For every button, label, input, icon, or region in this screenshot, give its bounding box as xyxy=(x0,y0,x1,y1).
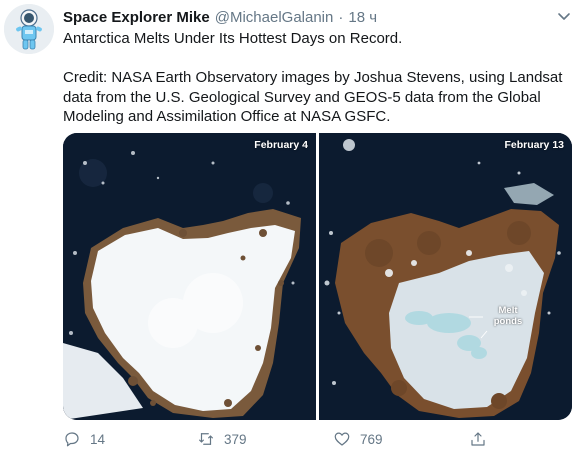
chevron-down-icon xyxy=(558,13,570,20)
tweet-timestamp[interactable]: 18 ч xyxy=(348,8,377,28)
retweet-count: 379 xyxy=(224,431,247,447)
date-label-right: February 13 xyxy=(504,139,564,151)
like-button[interactable]: 769 xyxy=(333,428,383,450)
tweet-header: Space Explorer Mike @MichaelGalanin · 18… xyxy=(63,8,552,28)
date-label-left: February 4 xyxy=(254,139,308,151)
tweet-text-credit: Credit: NASA Earth Observatory images by… xyxy=(63,69,563,125)
satellite-image-right xyxy=(319,133,572,420)
tweet-media[interactable]: February 4 February 13 Melt ponds xyxy=(63,133,572,420)
astronaut-icon xyxy=(4,4,54,54)
melt-label-line2: ponds xyxy=(493,316,523,327)
share-icon xyxy=(471,432,485,446)
heart-icon xyxy=(334,432,350,446)
share-button[interactable] xyxy=(469,428,487,450)
melt-ponds-annotation: Melt ponds xyxy=(488,305,528,327)
separator-dot: · xyxy=(338,9,344,26)
author-handle[interactable]: @MichaelGalanin xyxy=(215,8,334,28)
more-options-button[interactable] xyxy=(556,8,572,24)
satellite-image-left xyxy=(63,133,316,420)
retweet-icon xyxy=(199,433,213,445)
avatar[interactable] xyxy=(4,4,54,54)
tweet-card[interactable]: Space Explorer Mike @MichaelGalanin · 18… xyxy=(0,0,582,457)
melt-label-line1: Melt xyxy=(498,305,518,316)
reply-button[interactable]: 14 xyxy=(63,428,105,450)
tweet-actions: 14 379 769 xyxy=(63,428,533,450)
reply-icon xyxy=(65,432,79,447)
tweet-text-line1: Antarctica Melts Under Its Hottest Days … xyxy=(63,30,403,47)
satellite-image-feb13[interactable]: February 13 Melt ponds xyxy=(319,133,572,420)
author-name[interactable]: Space Explorer Mike xyxy=(63,8,210,28)
satellite-image-feb4[interactable]: February 4 xyxy=(63,133,316,420)
tweet-text: Antarctica Melts Under Its Hottest Days … xyxy=(63,29,573,127)
retweet-button[interactable]: 379 xyxy=(197,428,247,450)
reply-count: 14 xyxy=(90,431,106,447)
like-count: 769 xyxy=(360,431,383,447)
